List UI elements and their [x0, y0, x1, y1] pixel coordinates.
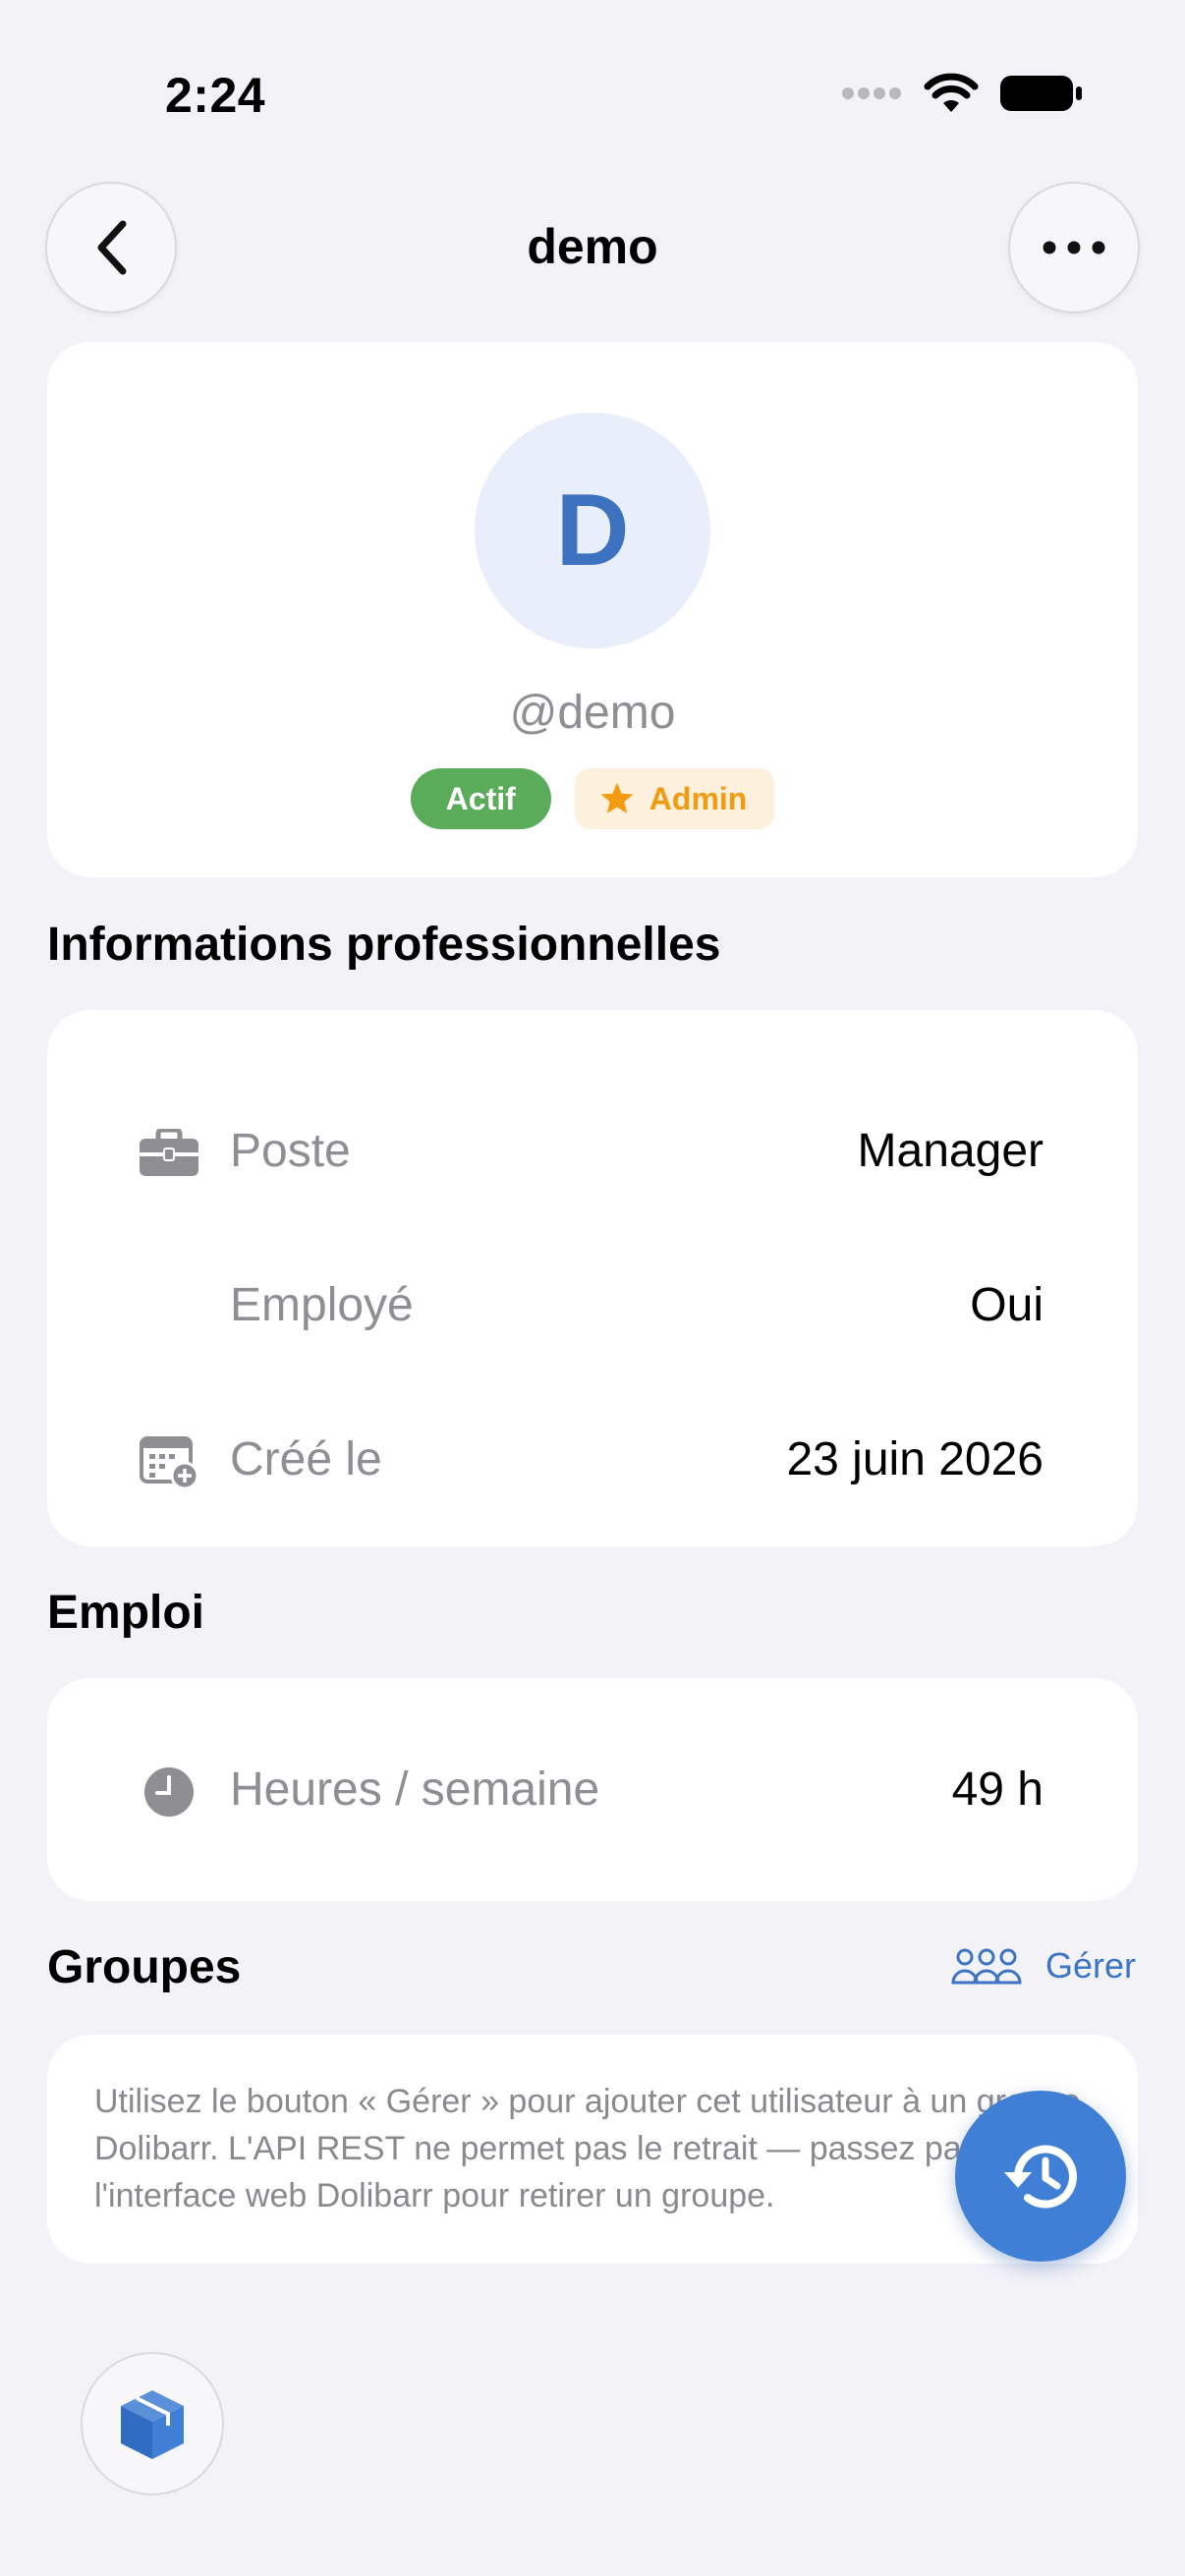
info-row-employe: Employé Oui [47, 1256, 1138, 1354]
section-title-employment: Emploi [47, 1587, 205, 1639]
info-value: 49 h [951, 1763, 1044, 1816]
info-label: Heures / semaine [230, 1763, 600, 1816]
more-options-button[interactable] [1008, 182, 1140, 313]
info-label: Poste [230, 1124, 351, 1177]
admin-badge: Admin [574, 768, 775, 829]
history-icon [1004, 2145, 1077, 2209]
cube-icon [121, 2390, 184, 2459]
username: @demo [509, 687, 676, 739]
status-time: 2:24 [165, 68, 266, 123]
avatar: D [475, 413, 710, 648]
battery-icon [1000, 76, 1082, 111]
star-icon [600, 782, 634, 813]
groups-help-text: Utilisez le bouton « Gérer » pour ajoute… [94, 2083, 1081, 2214]
profile-card: D @demo Actif Admin [47, 342, 1138, 877]
info-label: Créé le [230, 1432, 382, 1485]
info-row-poste: Poste Manager [47, 1101, 1138, 1200]
manage-groups-button[interactable]: Gérer [951, 1945, 1136, 1987]
people-group-icon [951, 1948, 1022, 1985]
briefcase-icon [138, 1129, 200, 1178]
info-row-cree-le: Créé le 23 juin 2026 [47, 1410, 1138, 1508]
history-fab[interactable] [955, 2091, 1126, 2262]
active-badge: Actif [410, 768, 551, 829]
info-label: Employé [230, 1278, 414, 1331]
section-title-professional: Informations professionnelles [47, 919, 721, 971]
calendar-add-icon [138, 1436, 200, 1489]
ellipsis-icon [1043, 241, 1105, 254]
status-badges: Actif Admin [47, 768, 1138, 829]
wifi-icon [924, 73, 979, 112]
section-title-groups: Groupes [47, 1941, 242, 1993]
status-icons [841, 73, 1083, 114]
clock-icon [138, 1767, 200, 1817]
employment-card: Heures / semaine 49 h [47, 1678, 1138, 1901]
admin-badge-label: Admin [649, 780, 748, 816]
professional-info-card: Poste Manager Employé Oui Créé le 23 jui… [47, 1010, 1138, 1546]
cellular-signal-icon [842, 87, 901, 99]
manage-groups-label: Gérer [1044, 1945, 1136, 1986]
user-detail-screen: 2:24 demo D @demo Actif Admin Informatio… [0, 0, 1185, 2576]
info-value: Manager [857, 1124, 1044, 1177]
info-row-hours: Heures / semaine 49 h [47, 1740, 1138, 1838]
info-value: Oui [970, 1278, 1044, 1331]
info-value: 23 juin 2026 [786, 1432, 1044, 1485]
modules-button[interactable] [81, 2352, 224, 2495]
active-badge-label: Actif [445, 780, 516, 816]
